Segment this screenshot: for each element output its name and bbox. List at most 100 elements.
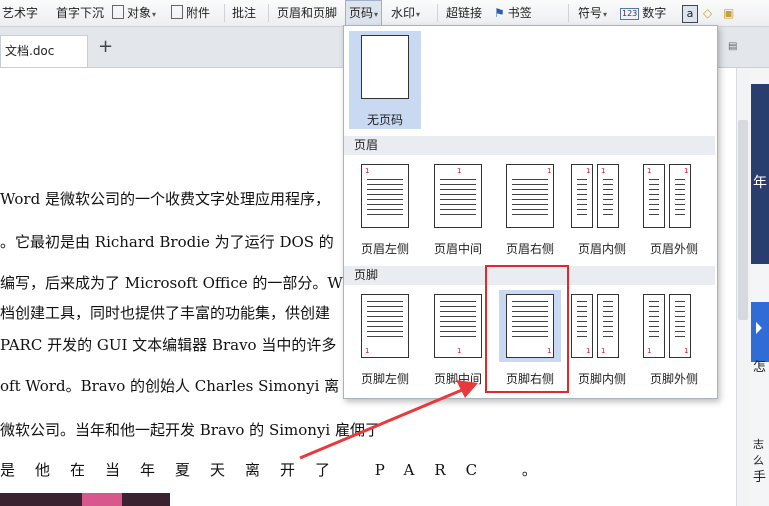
- page-icon: 1: [643, 294, 665, 358]
- document-tab[interactable]: 文档.doc: [0, 35, 88, 67]
- new-tab-icon[interactable]: +: [98, 37, 113, 57]
- chevron-down-icon: ▾: [603, 10, 608, 19]
- page-preview: 1: [499, 160, 561, 232]
- object-label: 对象: [127, 6, 152, 20]
- page-icon: 1: [434, 164, 482, 228]
- option-label: 页脚中间: [433, 372, 482, 386]
- symbol-button[interactable]: 符号▾: [578, 0, 607, 26]
- doc-line: 编写，后来成为了 Microsoft Office 的一部分。W: [0, 272, 343, 293]
- menu-icon[interactable]: ▤: [728, 41, 737, 52]
- option-label: 页眉左侧: [360, 242, 409, 256]
- page-icon: [361, 35, 409, 99]
- number-button[interactable]: 123 数字: [620, 0, 666, 26]
- page-preview: 11: [571, 290, 633, 362]
- option-label: 页眉内侧: [577, 242, 626, 256]
- option-label: 页眉外侧: [649, 242, 698, 256]
- object-icon: [112, 5, 124, 19]
- page-number-mark: 1: [457, 347, 462, 355]
- watermark-label: 水印: [391, 6, 416, 20]
- page-number-mark: 1: [601, 167, 606, 175]
- bookmark-button[interactable]: ⚑ 书签: [494, 0, 532, 26]
- option-label: 页脚外侧: [649, 372, 698, 386]
- insert-toolbar: 艺术字 首字下沉 对象▾ 附件 批注 页眉和页脚 页码▾ 水印▾ 超链接 ⚑ 书签…: [0, 0, 769, 27]
- wordart-button[interactable]: 艺术字: [2, 0, 38, 26]
- page-number-mark: 1: [586, 167, 591, 175]
- page-icon: 1: [669, 294, 691, 358]
- bookmark-label: 书签: [507, 6, 532, 20]
- symbol-label: 符号: [578, 6, 603, 20]
- number-label: 数字: [642, 6, 667, 20]
- right-panel-glyph: 年: [753, 175, 767, 191]
- page-icon: 1: [361, 164, 409, 228]
- lock-icon[interactable]: ▣: [723, 0, 734, 26]
- header-footer-button[interactable]: 页眉和页脚: [277, 0, 337, 26]
- attachment-label: 附件: [186, 6, 211, 20]
- page-preview: [354, 31, 416, 103]
- hyperlink-button[interactable]: 超链接: [446, 0, 482, 26]
- comment-label: 批注: [232, 6, 257, 20]
- page-preview: 1: [354, 160, 416, 232]
- document-tab-label: 文档.doc: [5, 44, 55, 58]
- number-icon: 123: [620, 8, 640, 20]
- comment-button[interactable]: 批注: [232, 0, 256, 26]
- doc-line: 微软公司。当年和他一起开发 Bravo 的 Simonyi 雇佣了: [0, 419, 380, 440]
- right-panel-play-button[interactable]: [751, 302, 769, 362]
- chevron-down-icon: ▾: [416, 10, 421, 19]
- page-number-mark: 1: [684, 347, 689, 355]
- doc-line: PARC 开发的 GUI 文本编辑器 Bravo 当中的许多: [0, 334, 336, 355]
- page-number-label: 页码: [349, 6, 374, 20]
- page-icon: 1: [506, 164, 554, 228]
- scrollbar-thumb[interactable]: [738, 120, 748, 320]
- dropcap-label: 首字下沉: [56, 6, 105, 20]
- doc-line: 是他在当年夏天离开了 PARC 。: [0, 459, 557, 480]
- toolbar-divider: [268, 4, 269, 22]
- attachment-icon: [171, 5, 183, 19]
- option-label: 无页码: [366, 113, 403, 127]
- page-number-mark: 1: [457, 167, 462, 175]
- page-number-button[interactable]: 页码▾: [345, 0, 383, 25]
- right-panel-text: 志么: [753, 438, 764, 467]
- option-label: 页脚内侧: [577, 372, 626, 386]
- doc-line: Word 是微软公司的一个收费文字处理应用程序，: [0, 188, 330, 209]
- page-preview: 1: [354, 290, 416, 362]
- doc-line: 。它最初是由 Richard Brodie 为了运行 DOS 的: [0, 231, 334, 252]
- page-number-mark: 1: [365, 347, 370, 355]
- page-number-mark: 1: [586, 347, 591, 355]
- page-number-mark: 1: [601, 347, 606, 355]
- bookmark-icon: ⚑: [494, 6, 505, 20]
- page-number-mark: 1: [365, 167, 370, 175]
- header-section-title: 页眉: [344, 136, 715, 155]
- hyperlink-label: 超链接: [446, 6, 483, 20]
- page-preview: 11: [643, 160, 705, 232]
- toolbar-divider: [568, 4, 569, 22]
- at-icon[interactable]: a: [682, 0, 698, 26]
- toolbar-divider: [224, 4, 225, 22]
- doc-line-text: oft Word。Bravo 的创始人 Charles Simonyi 离: [0, 377, 340, 395]
- highlight-box: [485, 265, 569, 393]
- object-button[interactable]: 对象▾: [112, 0, 156, 26]
- page-preview: 1: [427, 160, 489, 232]
- wordart-label: 艺术字: [2, 6, 39, 20]
- dropcap-button[interactable]: 首字下沉: [56, 0, 104, 26]
- page-number-mark: 1: [647, 167, 652, 175]
- attachment-button[interactable]: 附件: [171, 0, 210, 26]
- page-icon: 1: [571, 294, 593, 358]
- page-number-mark: 1: [647, 347, 652, 355]
- page-preview: 11: [643, 290, 705, 362]
- page-icon: 1: [643, 164, 665, 228]
- doc-line-text: 是他在当年夏天离开了 PARC 。: [0, 461, 557, 479]
- doc-line-text: PARC 开发的 GUI 文本编辑器 Bravo 当中的许多: [0, 336, 337, 354]
- doc-line-text: 。它最初是由 Richard Brodie 为了运行 DOS 的: [0, 233, 334, 251]
- document-image-accent: [82, 493, 122, 506]
- page-preview: 1: [427, 290, 489, 362]
- eraser-icon[interactable]: ◇: [703, 0, 712, 26]
- option-label: 页脚左侧: [360, 372, 409, 386]
- right-panel-banner[interactable]: 年: [751, 84, 769, 264]
- doc-line: 档创建工具，同时也提供了丰富的功能集，供创建: [0, 302, 330, 323]
- page-number-mark: 1: [684, 167, 689, 175]
- page-icon: 1: [669, 164, 691, 228]
- header-footer-label: 页眉和页脚: [277, 6, 338, 20]
- page-number-mark: 1: [547, 167, 552, 175]
- watermark-button[interactable]: 水印▾: [391, 0, 420, 26]
- page-icon: 1: [361, 294, 409, 358]
